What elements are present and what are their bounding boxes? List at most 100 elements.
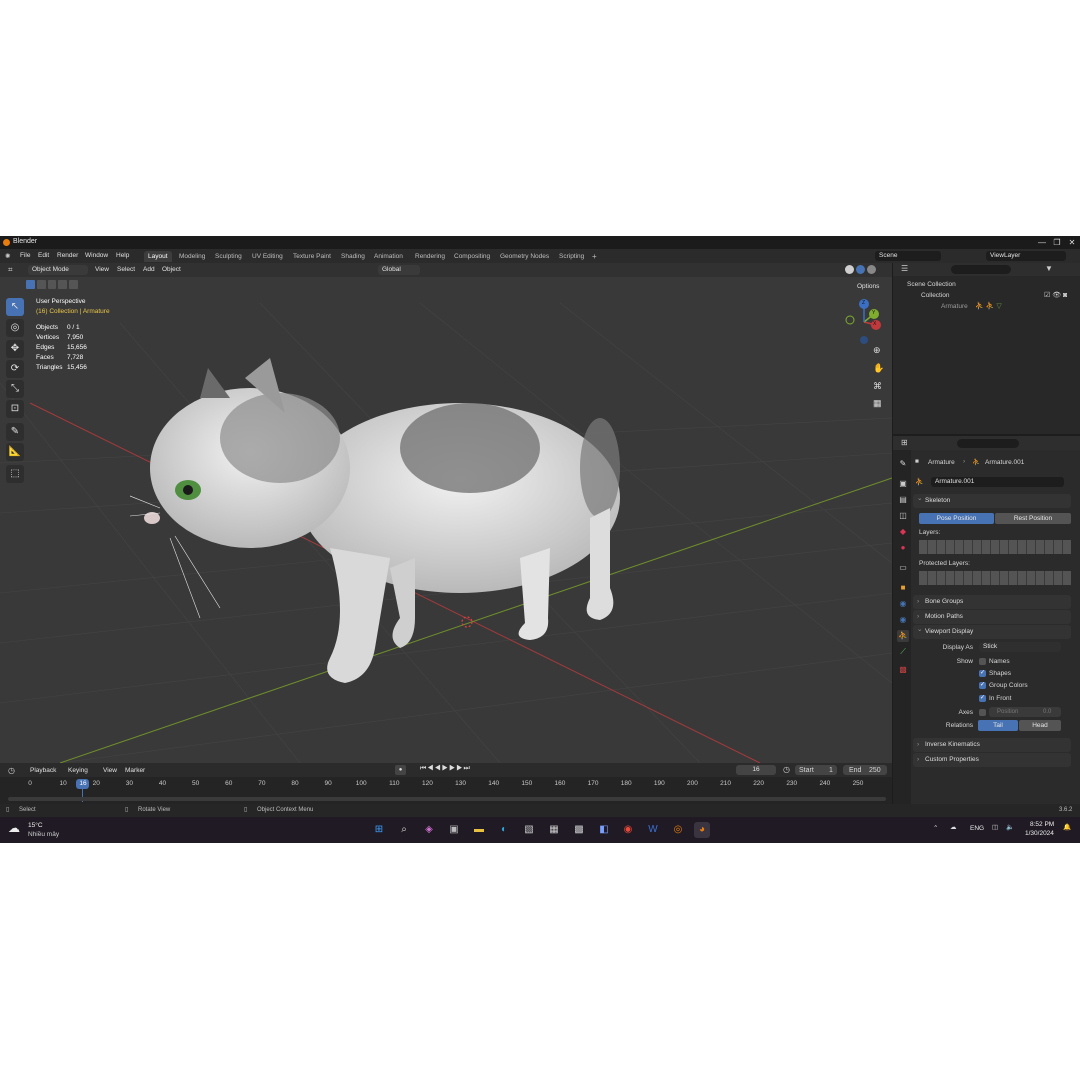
motion-paths-panel-header[interactable]: Motion Paths — [913, 610, 1071, 624]
weather-description[interactable]: Nhiều mây — [28, 831, 59, 838]
viewport-menu-view[interactable]: View — [95, 266, 109, 273]
constraint-tab-icon[interactable]: ◉ — [897, 614, 909, 626]
weather-cloud-icon[interactable]: ☁ — [8, 821, 20, 835]
rotate-tool-icon[interactable]: ⟳ — [6, 360, 24, 378]
file-explorer-icon[interactable]: ▬ — [471, 822, 487, 838]
skeleton-panel-header[interactable]: Skeleton — [913, 492, 1071, 508]
camera-icon[interactable]: ⌘ — [873, 381, 882, 392]
clock-icon[interactable]: ◷ — [8, 766, 15, 775]
properties-editor-icon[interactable]: ⊞ — [901, 438, 908, 447]
menu-help[interactable]: Help — [116, 252, 129, 259]
word-icon[interactable]: W — [645, 822, 661, 838]
maximize-button[interactable]: ❐ — [1051, 237, 1063, 248]
minimize-button[interactable]: — — [1036, 237, 1048, 248]
protected-layers-grid[interactable] — [919, 571, 1071, 585]
mode-selector[interactable]: Object Mode — [28, 265, 88, 275]
outliner-armature[interactable]: Armature — [941, 303, 968, 310]
tab-compositing[interactable]: Compositing — [450, 251, 494, 262]
outliner[interactable]: ☰ ▼ Scene Collection Collection ☑ 👁 ◙ Ar… — [893, 263, 1080, 434]
pose-position-button[interactable]: Pose Position — [919, 513, 994, 524]
collection-tab-icon[interactable]: ▭ — [897, 562, 909, 574]
scene-tab-icon[interactable]: ◆ — [897, 526, 909, 538]
menu-render[interactable]: Render — [57, 252, 78, 259]
start-frame-field[interactable]: Start 1 — [795, 765, 837, 775]
annotate-tool-icon[interactable]: ✎ — [6, 423, 24, 441]
blender-taskbar-icon[interactable]: ◕ — [694, 822, 710, 838]
outliner-scene-collection[interactable]: Scene Collection — [907, 281, 956, 288]
clock-date[interactable]: 1/30/2024 — [1025, 830, 1054, 837]
browser-icon[interactable]: ◎ — [670, 822, 686, 838]
texture-tab-icon[interactable]: ▩ — [897, 664, 909, 676]
onedrive-icon[interactable]: ☁ — [950, 823, 957, 831]
output-tab-icon[interactable]: ▤ — [897, 494, 909, 506]
add-cube-tool-icon[interactable]: ⬚ — [6, 465, 24, 483]
timeline-editor[interactable]: ◷ Playback Keying View Marker ● ⏮◀◀▶▶▶⏭ … — [0, 763, 892, 804]
preview-range-icon[interactable]: ◷ — [783, 765, 790, 774]
taskbar-search-icon[interactable]: ⌕ — [396, 822, 412, 838]
start-menu-icon[interactable]: ⊞ — [371, 822, 387, 838]
axes-position-field[interactable]: Position 0.0 — [989, 707, 1061, 717]
add-workspace-button[interactable]: + — [588, 251, 601, 262]
transform-orientation-selector[interactable]: Global — [378, 265, 420, 275]
names-checkbox[interactable] — [979, 658, 986, 665]
properties-search-input[interactable] — [957, 439, 1019, 448]
current-frame-field[interactable]: 16 — [736, 765, 776, 775]
tab-animation[interactable]: Animation — [370, 251, 407, 262]
pan-hand-icon[interactable]: ✋ — [873, 363, 884, 374]
cursor-tool-icon[interactable]: ◎ — [6, 319, 24, 337]
modifier-tab-icon[interactable]: ◉ — [897, 598, 909, 610]
timeline-menu-keying[interactable]: Keying — [68, 767, 88, 774]
viewport-menu-add[interactable]: Add — [143, 266, 155, 273]
tab-uv-editing[interactable]: UV Editing — [248, 251, 287, 262]
select-subtract-icon[interactable] — [47, 280, 57, 289]
group-colors-checkbox[interactable]: ✓ — [979, 682, 986, 689]
render-tab-icon[interactable]: ▣ — [897, 478, 909, 490]
select-invert-icon[interactable] — [58, 280, 68, 289]
store-icon[interactable]: ▦ — [546, 822, 562, 838]
shapes-checkbox[interactable]: ✓ — [979, 670, 986, 677]
bone-layers-grid[interactable] — [919, 540, 1071, 554]
transform-tool-icon[interactable]: ⊡ — [6, 400, 24, 418]
close-button[interactable]: ✕ — [1066, 237, 1078, 248]
timeline-menu-marker[interactable]: Marker — [125, 767, 145, 774]
scene-selector[interactable]: Scene — [875, 251, 941, 261]
world-tab-icon[interactable]: ● — [897, 542, 909, 554]
playback-controls-icon[interactable]: ⏮◀◀▶▶▶⏭ — [420, 765, 471, 773]
armature-data-tab-icon[interactable]: ⛹ — [897, 630, 909, 642]
navigation-gizmo[interactable]: X Y Z — [840, 296, 888, 344]
chrome-icon[interactable]: ◉ — [620, 822, 636, 838]
filter-icon[interactable]: ▼ — [1045, 264, 1053, 273]
timeline-scrollbar[interactable] — [8, 797, 886, 801]
outliner-collection[interactable]: Collection — [921, 292, 950, 299]
volume-icon[interactable]: 🔈 — [1006, 823, 1014, 831]
viewport-menu-select[interactable]: Select — [117, 266, 135, 273]
show-hidden-icons-icon[interactable]: ⌃ — [933, 824, 938, 832]
view-layer-tab-icon[interactable]: ◫ — [897, 510, 909, 522]
bone-tab-icon[interactable]: ⟋ — [897, 646, 909, 658]
tab-texture-paint[interactable]: Texture Paint — [289, 251, 335, 262]
zoom-icon[interactable]: ⊕ — [873, 345, 881, 356]
measure-tool-icon[interactable]: 📐 — [6, 443, 24, 461]
copilot-icon[interactable]: ◈ — [421, 822, 437, 838]
app-icon[interactable]: ◧ — [596, 822, 612, 838]
properties-editor[interactable]: ⊞ ✎ ▣ ▤ ◫ ◆ ● ▭ ■ ◉ ◉ ⛹ ⟋ ▩ ■ Armature ›… — [893, 436, 1080, 804]
relations-tail-button[interactable]: Tail — [978, 720, 1018, 731]
tab-sculpting[interactable]: Sculpting — [211, 251, 246, 262]
select-intersect-icon[interactable] — [69, 280, 78, 289]
tab-scripting[interactable]: Scripting — [555, 251, 588, 262]
timeline-menu-view[interactable]: View — [103, 767, 117, 774]
material-preview-icon[interactable] — [856, 265, 865, 274]
edge-browser-icon[interactable]: ◐ — [496, 822, 512, 838]
object-tab-icon[interactable]: ■ — [897, 582, 909, 594]
collection-visibility-icon[interactable]: ☑ 👁 ◙ — [1044, 291, 1067, 299]
options-button[interactable]: Options — [857, 283, 879, 290]
tab-layout[interactable]: Layout — [144, 251, 172, 262]
tab-rendering[interactable]: Rendering — [411, 251, 449, 262]
menu-window[interactable]: Window — [85, 252, 108, 259]
record-icon[interactable]: ● — [395, 765, 406, 775]
blender-menu-icon[interactable]: ✺ — [5, 252, 10, 260]
select-extend-icon[interactable] — [36, 280, 46, 289]
display-as-dropdown[interactable]: Stick — [979, 642, 1061, 652]
task-view-icon[interactable]: ▣ — [446, 822, 462, 838]
notifications-icon[interactable]: 🔔 — [1063, 823, 1071, 831]
